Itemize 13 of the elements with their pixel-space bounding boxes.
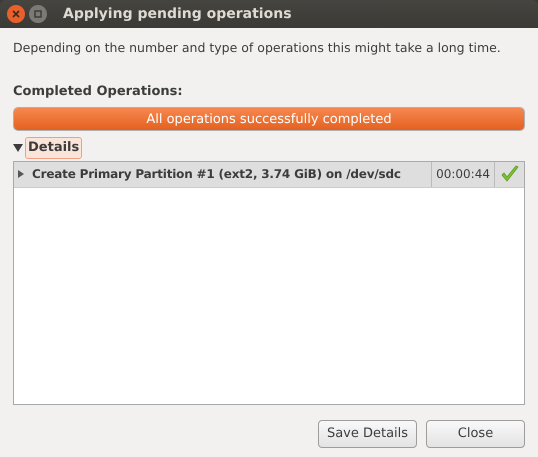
- progress-text: All operations successfully completed: [146, 110, 392, 128]
- row-expander-icon[interactable]: [18, 170, 24, 178]
- operation-cell-text: Create Primary Partition #1 (ext2, 3.74 GiB) on /dev/sdc: [32, 166, 401, 184]
- window-title: Applying pending operations: [63, 4, 292, 24]
- dialog-button[interactable]: Save Details: [318, 420, 417, 448]
- expander-arrow-icon[interactable]: [13, 143, 23, 153]
- details-expander[interactable]: Details: [25, 137, 82, 159]
- time-cell-text: 00:00:44: [436, 166, 490, 184]
- progress-label: Completed Operations:: [13, 84, 183, 99]
- message-text: Depending on the number and type of operations this might take a long time.: [13, 40, 501, 55]
- maximize-button[interactable]: [29, 5, 47, 23]
- dialog-button[interactable]: Close: [426, 420, 525, 448]
- close-button[interactable]: [7, 5, 25, 23]
